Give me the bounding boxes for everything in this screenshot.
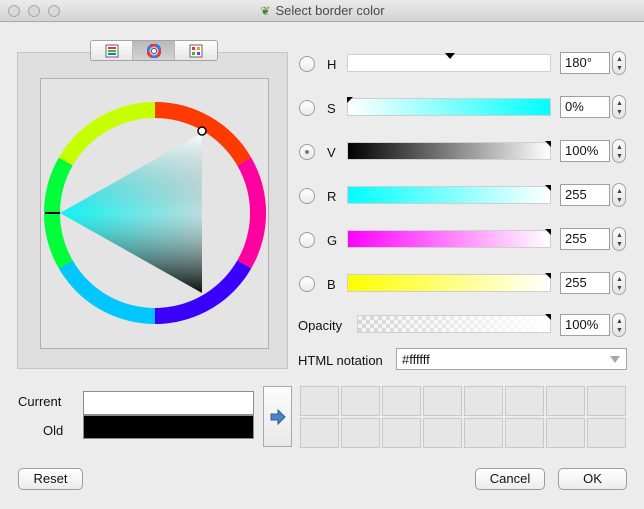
h-slider-marker[interactable] <box>445 53 455 59</box>
v-radio[interactable] <box>299 144 315 160</box>
swatch-slot[interactable] <box>341 418 380 448</box>
v-slider[interactable] <box>347 141 551 160</box>
title-bar: ❦ Select border color <box>0 0 644 22</box>
g-slider[interactable] <box>347 229 551 248</box>
h-value[interactable]: 180° <box>560 52 610 74</box>
swatch-slot[interactable] <box>505 386 544 416</box>
old-label: Old <box>43 423 64 438</box>
swatch-slot[interactable] <box>546 386 585 416</box>
current-color-swatch <box>83 391 254 415</box>
v-label: V <box>327 145 336 160</box>
swatch-slot[interactable] <box>587 418 626 448</box>
window-title: Select border color <box>275 3 385 18</box>
custom-swatches-grid <box>300 386 626 448</box>
swatch-slot[interactable] <box>341 386 380 416</box>
r-radio[interactable] <box>299 188 315 204</box>
g-radio[interactable] <box>299 232 315 248</box>
app-leaf-icon: ❦ <box>260 4 271 18</box>
color-wheel[interactable] <box>41 79 270 350</box>
color-selector-handle[interactable] <box>197 126 207 136</box>
swatch-slot[interactable] <box>423 418 462 448</box>
b-value[interactable]: 255 <box>560 272 610 294</box>
opacity-label: Opacity <box>298 318 343 333</box>
ok-button[interactable]: OK <box>558 468 627 490</box>
swatch-slot[interactable] <box>382 386 421 416</box>
s-radio[interactable] <box>299 100 315 116</box>
b-stepper[interactable]: ▲ ▼ <box>612 271 626 295</box>
swatches-tab[interactable] <box>175 41 217 60</box>
v-value[interactable]: 100% <box>560 140 610 162</box>
swatch-slot[interactable] <box>464 418 503 448</box>
r-value[interactable]: 255 <box>560 184 610 206</box>
html-notation-value[interactable]: #ffffff <box>402 352 430 367</box>
s-stepper[interactable]: ▲ ▼ <box>612 95 626 119</box>
h-slider[interactable] <box>347 53 551 72</box>
v-slider-marker[interactable] <box>545 141 551 147</box>
current-label: Current <box>18 394 62 409</box>
palette-grid-icon <box>189 44 203 57</box>
swatch-slot[interactable] <box>464 386 503 416</box>
swatch-slot[interactable] <box>587 386 626 416</box>
color-wheel-tab[interactable] <box>133 41 175 60</box>
color-ramp-tab[interactable] <box>91 41 133 60</box>
r-slider[interactable] <box>347 185 551 204</box>
window-title-container: ❦ Select border color <box>0 3 644 18</box>
r-slider-marker[interactable] <box>545 185 551 191</box>
opacity-value[interactable]: 100% <box>560 314 610 336</box>
g-label: G <box>327 233 338 248</box>
s-label: S <box>327 101 336 116</box>
old-color-swatch[interactable] <box>83 415 254 439</box>
swatch-slot[interactable] <box>300 386 339 416</box>
swatch-slot[interactable] <box>505 418 544 448</box>
h-stepper[interactable]: ▲ ▼ <box>612 51 626 75</box>
swatch-slot[interactable] <box>382 418 421 448</box>
swatch-slot[interactable] <box>300 418 339 448</box>
swatch-slot[interactable] <box>423 386 462 416</box>
swatch-slot[interactable] <box>546 418 585 448</box>
picker-mode-tabs <box>90 40 218 61</box>
g-value[interactable]: 255 <box>560 228 610 250</box>
h-label: H <box>327 57 337 72</box>
add-to-swatches-button[interactable] <box>263 386 292 447</box>
html-notation-label: HTML notation <box>298 353 383 368</box>
color-wheel-icon <box>146 43 161 58</box>
cancel-button[interactable]: Cancel <box>475 468 545 490</box>
h-radio[interactable] <box>299 56 315 72</box>
arrow-right-icon <box>270 408 286 425</box>
s-slider-marker[interactable] <box>347 97 353 103</box>
r-stepper[interactable]: ▲ ▼ <box>612 183 626 207</box>
opacity-slider[interactable] <box>357 314 551 333</box>
gradient-icon <box>105 44 118 57</box>
opacity-slider-marker[interactable] <box>545 314 551 320</box>
color-wheel-box <box>40 78 269 349</box>
r-label: R <box>327 189 337 204</box>
g-slider-marker[interactable] <box>545 229 551 235</box>
g-stepper[interactable]: ▲ ▼ <box>612 227 626 251</box>
b-label: B <box>327 277 336 292</box>
v-stepper[interactable]: ▲ ▼ <box>612 139 626 163</box>
reset-button[interactable]: Reset <box>18 468 83 490</box>
html-notation-combobox[interactable]: #ffffff <box>396 348 627 370</box>
b-slider[interactable] <box>347 273 551 292</box>
s-value[interactable]: 0% <box>560 96 610 118</box>
b-slider-marker[interactable] <box>545 273 551 279</box>
chevron-down-icon[interactable] <box>610 356 620 363</box>
s-slider[interactable] <box>347 97 551 116</box>
b-radio[interactable] <box>299 276 315 292</box>
opacity-stepper[interactable]: ▲ ▼ <box>612 313 626 337</box>
